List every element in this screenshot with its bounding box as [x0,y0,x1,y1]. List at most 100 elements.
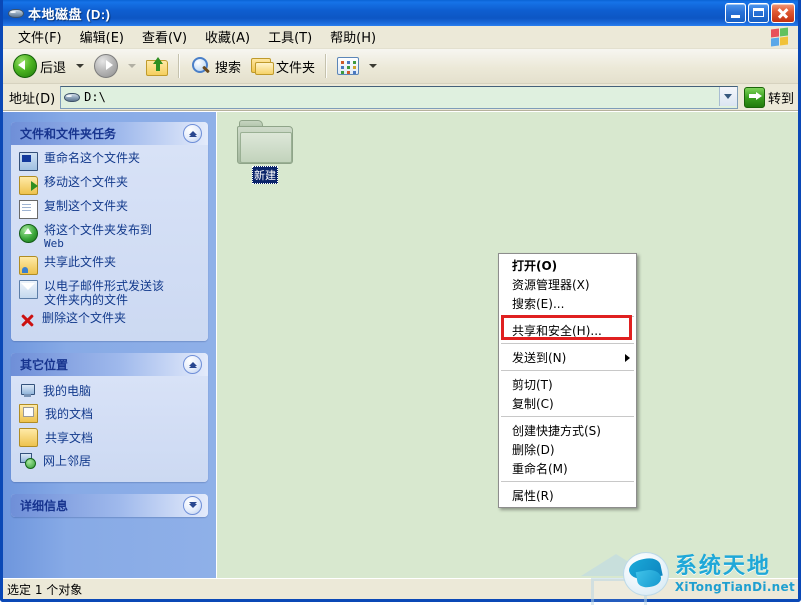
task-email-line1: 以电子邮件形式发送该 [44,279,165,293]
close-button[interactable] [771,3,795,23]
context-menu-item-rename[interactable]: 重命名(M) [499,459,636,478]
context-menu-item-search[interactable]: 搜索(E)... [499,294,636,313]
panel-details: 详细信息 [11,494,208,517]
panel-header-tasks[interactable]: 文件和文件夹任务 [11,122,208,145]
file-item-label: 新建 [252,166,278,184]
chevron-up-icon[interactable] [183,355,202,374]
toolbar-separator-2 [325,54,328,78]
panel-body-tasks: 重命名这个文件夹 移动这个文件夹 复制这个文件夹 将这个文件夹发布到 Web 共… [11,145,208,341]
search-button-label: 搜索 [215,60,242,76]
panel-header-places[interactable]: 其它位置 [11,353,208,376]
task-publish-web-line1: 将这个文件夹发布到 [44,223,153,237]
place-network[interactable]: 网上邻居 [19,452,202,469]
my-documents-icon [19,404,38,423]
context-menu-item-sharing-and-security[interactable]: 共享和安全(H)... [499,321,636,340]
task-share-folder[interactable]: 共享此文件夹 [19,255,202,275]
address-dropdown-button[interactable] [718,86,737,106]
context-menu-item-copy[interactable]: 复制(C) [499,394,636,413]
context-menu-separator-4 [501,416,634,418]
context-menu-item-send-to[interactable]: 发送到(N) [499,348,636,367]
title-bar[interactable]: 本地磁盘 (D:) [3,0,798,26]
menu-item-edit[interactable]: 编辑(E) [71,25,133,49]
go-arrow-icon [743,86,765,108]
chevron-up-icon[interactable] [183,124,202,143]
forward-history-dropdown-icon[interactable] [128,64,137,68]
toolbar-separator-1 [178,54,181,78]
chevron-down-icon[interactable] [183,496,202,515]
file-list-pane[interactable]: 新建 打开(O) 资源管理器(X) 搜索(E)... 共享和安全(H)... 发… [216,112,798,578]
views-icon [337,57,360,75]
forward-arrow-icon [94,54,119,78]
status-bar: 选定 1 个对象 [3,578,798,599]
task-move-folder-label: 移动这个文件夹 [44,175,129,189]
views-dropdown-icon[interactable] [369,64,378,68]
menu-item-view[interactable]: 查看(V) [133,25,196,49]
context-menu-separator-1 [501,316,634,318]
window-controls [725,3,796,23]
watermark-house-icon [581,554,651,605]
windows-flag-icon [770,27,792,47]
place-my-documents-label: 我的文档 [45,407,94,421]
task-copy-folder[interactable]: 复制这个文件夹 [19,199,202,219]
task-publish-web-label: 将这个文件夹发布到 Web [44,223,152,251]
panel-title-tasks: 文件和文件夹任务 [20,127,117,141]
menu-bar: 文件(F) 编辑(E) 查看(V) 收藏(A) 工具(T) 帮助(H) [3,26,798,49]
place-shared-documents[interactable]: 共享文档 [19,428,202,447]
maximize-button[interactable] [748,3,769,23]
move-icon [19,176,38,195]
folders-button[interactable]: 文件夹 [246,51,320,81]
panel-header-details[interactable]: 详细信息 [11,494,208,517]
context-menu-item-open[interactable]: 打开(O) [499,256,636,275]
back-history-dropdown-icon[interactable] [76,64,85,68]
network-places-icon [19,452,36,469]
place-my-computer-label: 我的电脑 [43,384,92,398]
forward-button[interactable] [89,51,123,81]
task-email-folder[interactable]: 以电子邮件形式发送该 文件夹内的文件 [19,279,202,307]
address-drive-icon [64,92,81,102]
share-folder-icon [19,256,38,275]
search-button[interactable]: 搜索 [185,51,246,81]
place-my-documents[interactable]: 我的文档 [19,404,202,423]
context-menu-item-delete[interactable]: 删除(D) [499,440,636,459]
up-folder-icon [146,56,169,76]
task-copy-folder-label: 复制这个文件夹 [44,199,129,213]
menu-item-tools[interactable]: 工具(T) [259,25,321,49]
context-menu-item-create-shortcut[interactable]: 创建快捷方式(S) [499,421,636,440]
shared-documents-icon [19,428,38,447]
context-menu[interactable]: 打开(O) 资源管理器(X) 搜索(E)... 共享和安全(H)... 发送到(… [498,253,637,508]
task-delete-folder[interactable]: 删除这个文件夹 [19,311,202,329]
task-publish-web[interactable]: 将这个文件夹发布到 Web [19,223,202,251]
folders-icon [251,56,275,76]
address-label: 地址(D) [9,91,56,107]
menu-item-file[interactable]: 文件(F) [9,25,71,49]
address-bar: 地址(D) D:\ 转到 [3,84,798,111]
hard-drive-icon [7,5,24,21]
task-rename-folder[interactable]: 重命名这个文件夹 [19,151,202,171]
up-button[interactable] [141,51,173,81]
search-icon [190,56,212,76]
back-button[interactable]: 后退 [8,51,71,81]
window-body: 文件和文件夹任务 重命名这个文件夹 移动这个文件夹 复制这个文件夹 将这个文件夹… [3,111,798,578]
menu-item-favorites[interactable]: 收藏(A) [196,25,259,49]
panel-body-places: 我的电脑 我的文档 共享文档 网上邻居 [11,376,208,482]
place-my-computer[interactable]: 我的电脑 [19,382,202,399]
context-menu-separator-5 [501,481,634,483]
context-menu-item-explore[interactable]: 资源管理器(X) [499,275,636,294]
file-item-folder[interactable]: 新建 [229,120,301,187]
context-menu-separator-2 [501,343,634,345]
chevron-right-icon [625,353,630,362]
context-menu-item-cut[interactable]: 剪切(T) [499,375,636,394]
context-menu-item-send-to-label: 发送到(N) [512,351,567,365]
task-pane-sidebar: 文件和文件夹任务 重命名这个文件夹 移动这个文件夹 复制这个文件夹 将这个文件夹… [3,112,216,578]
views-button[interactable] [332,51,364,81]
panel-file-folder-tasks: 文件和文件夹任务 重命名这个文件夹 移动这个文件夹 复制这个文件夹 将这个文件夹… [11,122,208,341]
context-menu-item-properties[interactable]: 属性(R) [499,486,636,505]
menu-item-help[interactable]: 帮助(H) [321,25,385,49]
go-button[interactable]: 转到 [743,86,794,108]
task-move-folder[interactable]: 移动这个文件夹 [19,175,202,195]
minimize-button[interactable] [725,3,746,23]
panel-title-places: 其它位置 [20,358,69,372]
task-share-folder-label: 共享此文件夹 [44,255,117,269]
address-value: D:\ [84,90,106,104]
address-input[interactable]: D:\ [60,85,738,109]
